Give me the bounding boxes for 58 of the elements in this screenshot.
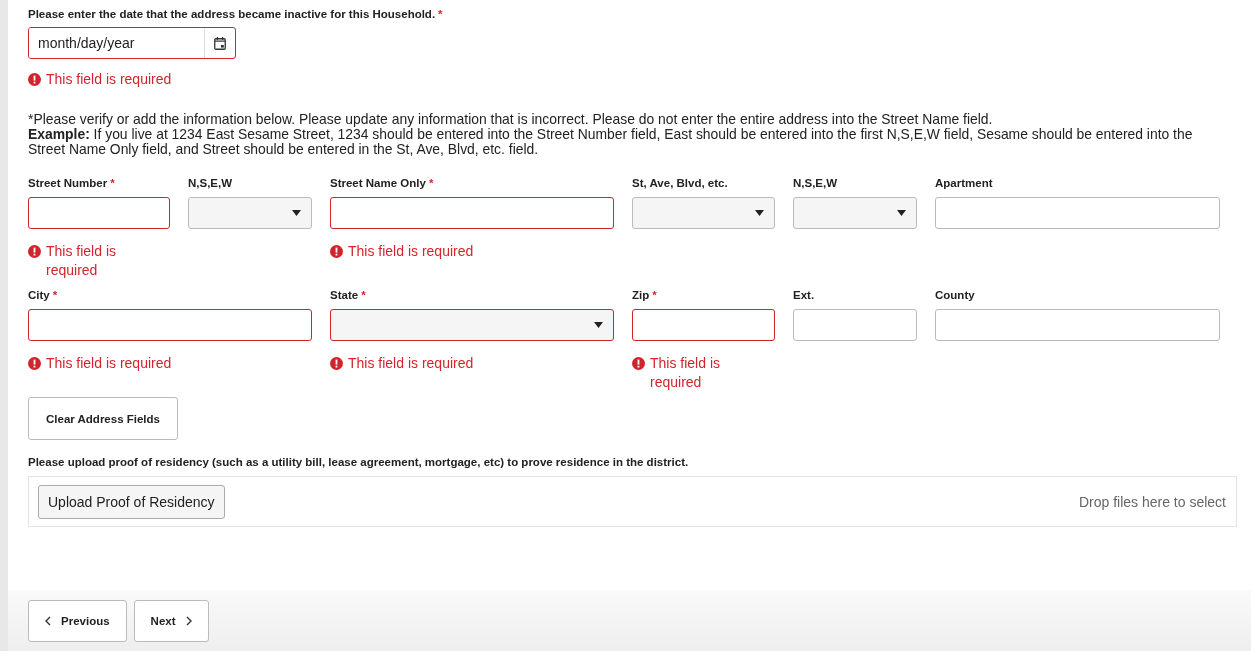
chevron-right-icon <box>185 615 192 626</box>
dropdown-icon <box>755 210 764 216</box>
field-label: N,S,E,W <box>188 177 233 189</box>
error-icon <box>632 357 645 370</box>
upload-label: Please upload proof of residency (such as a utility bill, lease agreement, mortgage, etc) to prove residence in the district. <box>28 455 690 470</box>
input-field[interactable] <box>935 197 1220 229</box>
input-field[interactable] <box>28 309 312 341</box>
drop-hint: Drop files here to select <box>1078 493 1226 510</box>
error-message: This field is required <box>650 354 722 392</box>
dropdown-icon <box>292 210 301 216</box>
field-label: State <box>330 289 359 301</box>
date-field[interactable]: month/day/year <box>28 27 236 59</box>
error-message: This field is required <box>46 354 172 373</box>
dropdown-icon <box>897 210 906 216</box>
next-button[interactable]: Next <box>133 599 209 642</box>
chevron-left-icon <box>45 615 51 626</box>
drop-zone[interactable]: Upload Proof of Residency Drop files here to select <box>28 476 1237 527</box>
input-field[interactable] <box>632 309 775 341</box>
field-label: Apartment <box>935 177 993 189</box>
field-label: County <box>935 289 975 301</box>
input-field[interactable] <box>793 309 917 341</box>
required-asterisk: * <box>428 177 434 189</box>
error-message: This field is required <box>348 242 474 261</box>
field-label: N,S,E,W <box>793 177 838 189</box>
input-field[interactable] <box>935 309 1220 341</box>
dropdown-icon <box>594 322 603 328</box>
error-message: This field is required <box>348 354 474 373</box>
instruction-text: *Please verify or add the information below. Please update any information that is incorrect. Please do not enter the entire address into the Street Name field. <box>28 112 994 127</box>
field-label: Please enter the date that the address became inactive for this Household. <box>28 8 436 20</box>
error-icon <box>28 73 41 86</box>
field-label: St, Ave, Blvd, etc. <box>632 177 728 189</box>
field-label: Street Number <box>28 177 108 189</box>
calendar-icon <box>214 36 226 50</box>
instruction-text: Example: If you live at 1234 East Sesame Street, 1234 should be entered into the Street Number field, East should be entered into the first N,S,E,W field, Sesame should be entered into the Street Name Only field, and Street should be entered in the St, Ave, Blvd, etc. field. <box>28 127 1194 157</box>
error-icon <box>28 357 41 370</box>
error-icon <box>330 357 343 370</box>
select-field[interactable] <box>793 197 917 229</box>
required-asterisk: * <box>110 177 115 189</box>
error-icon <box>330 245 343 258</box>
field-label: Ext. <box>793 289 815 301</box>
error-icon <box>28 245 41 258</box>
required-asterisk: * <box>652 289 657 301</box>
input-field[interactable] <box>28 197 170 229</box>
select-field[interactable] <box>632 197 775 229</box>
previous-button[interactable]: Previous <box>28 599 127 642</box>
field-label: Street Name Only <box>330 177 426 189</box>
clear-fields-button[interactable]: Clear Address Fields <box>28 397 178 440</box>
required-asterisk: * <box>438 8 443 20</box>
select-field[interactable] <box>188 197 312 229</box>
required-asterisk: * <box>52 289 58 301</box>
upload-button[interactable]: Upload Proof of Residency <box>38 484 225 519</box>
field-label: Zip <box>632 289 650 301</box>
error-message: This field is required <box>46 70 172 89</box>
required-asterisk: * <box>361 289 366 301</box>
select-field[interactable] <box>330 309 614 341</box>
input-field[interactable] <box>330 197 614 229</box>
error-message: This field is required <box>46 242 118 280</box>
field-label: City <box>28 289 50 301</box>
